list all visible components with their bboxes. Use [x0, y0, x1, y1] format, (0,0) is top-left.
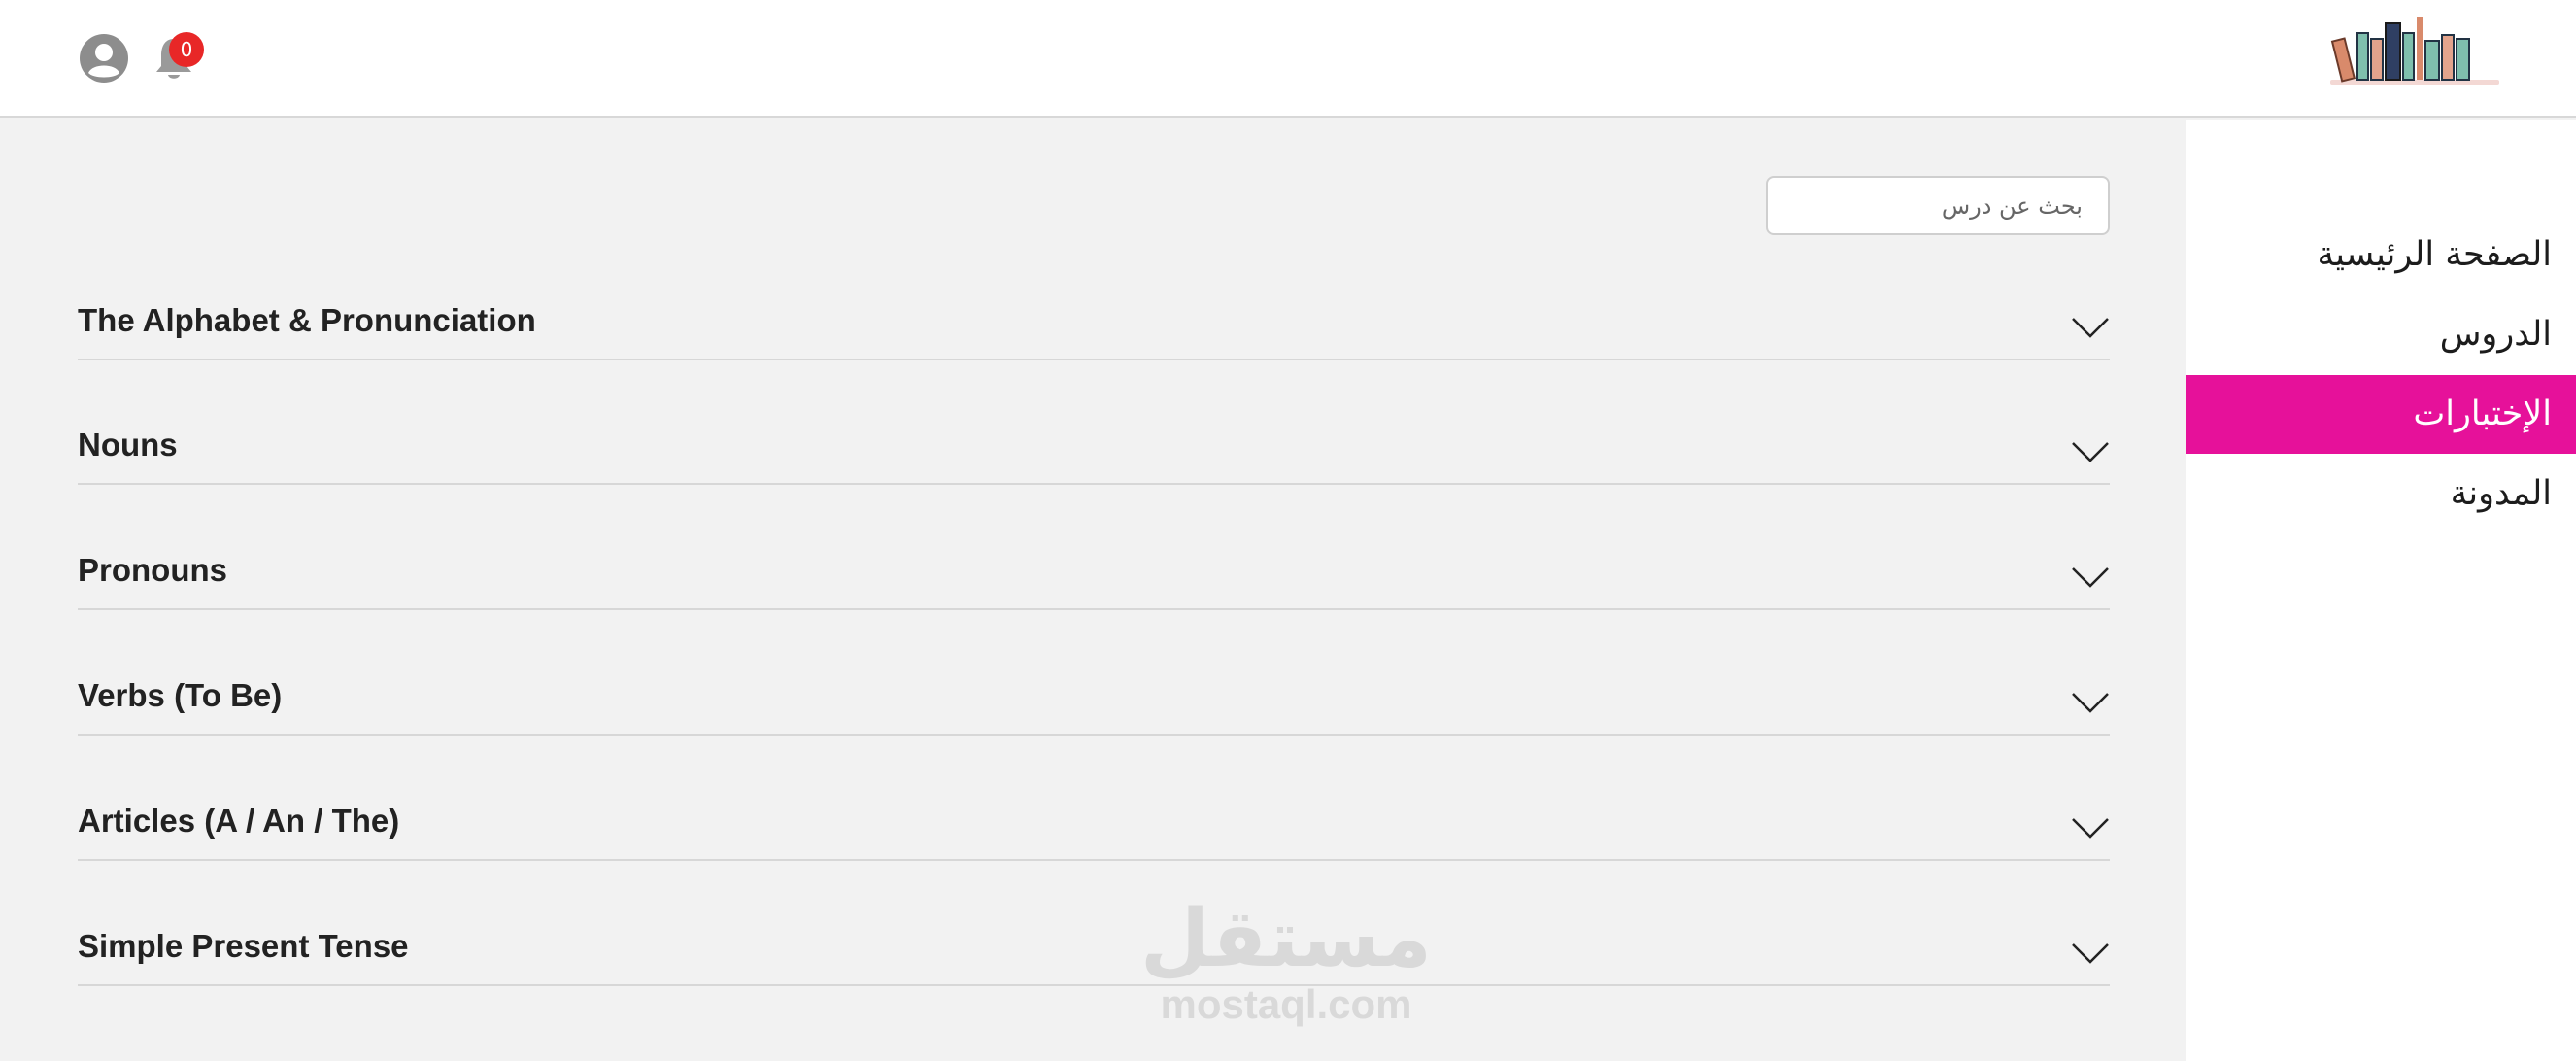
sidebar-item-blog[interactable]: المدونة [2186, 455, 2552, 533]
watermark-latin: mostaql.com [1160, 981, 1412, 1027]
lesson-accordion-item[interactable]: Verbs (To Be) [78, 647, 2110, 736]
main-content: The Alphabet & Pronunciation Nouns Prono… [0, 120, 2186, 1061]
chevron-down-icon[interactable] [2071, 941, 2110, 965]
lesson-search-input[interactable] [1766, 176, 2110, 235]
chevron-down-icon[interactable] [2071, 440, 2110, 463]
notification-count-badge: 0 [169, 32, 204, 67]
user-avatar-icon[interactable] [79, 33, 129, 84]
lesson-accordion-item[interactable]: Pronouns [78, 522, 2110, 610]
chevron-down-icon[interactable] [2071, 316, 2110, 339]
chevron-down-icon[interactable] [2071, 691, 2110, 714]
watermark-arabic: مستقل [1140, 893, 1432, 985]
lesson-title: Articles (A / An / The) [78, 803, 400, 839]
chevron-down-icon[interactable] [2071, 565, 2110, 589]
books-logo[interactable] [2328, 12, 2501, 91]
lesson-accordion-item[interactable]: The Alphabet & Pronunciation [78, 272, 2110, 360]
watermark: مستقل mostaql.com [1140, 896, 1432, 1026]
sidebar-nav: الصفحة الرئيسية الدروس الإختبارات المدون… [2186, 120, 2576, 1061]
lesson-title: The Alphabet & Pronunciation [78, 302, 536, 338]
top-bar: 0 [0, 0, 2576, 118]
chevron-down-icon[interactable] [2071, 816, 2110, 839]
sidebar-item-lessons[interactable]: الدروس [2186, 295, 2552, 374]
lesson-title: Simple Present Tense [78, 928, 409, 964]
lesson-title: Pronouns [78, 552, 227, 588]
lesson-accordion-item[interactable]: Nouns [78, 396, 2110, 485]
lesson-accordion-item[interactable]: Simple Present Tense [78, 898, 2110, 986]
sidebar-item-tests[interactable]: الإختبارات [2186, 375, 2576, 454]
lesson-accordion-item[interactable]: Articles (A / An / The) [78, 772, 2110, 861]
lesson-title: Nouns [78, 427, 178, 462]
lesson-title: Verbs (To Be) [78, 677, 283, 713]
sidebar-item-home[interactable]: الصفحة الرئيسية [2186, 216, 2552, 294]
